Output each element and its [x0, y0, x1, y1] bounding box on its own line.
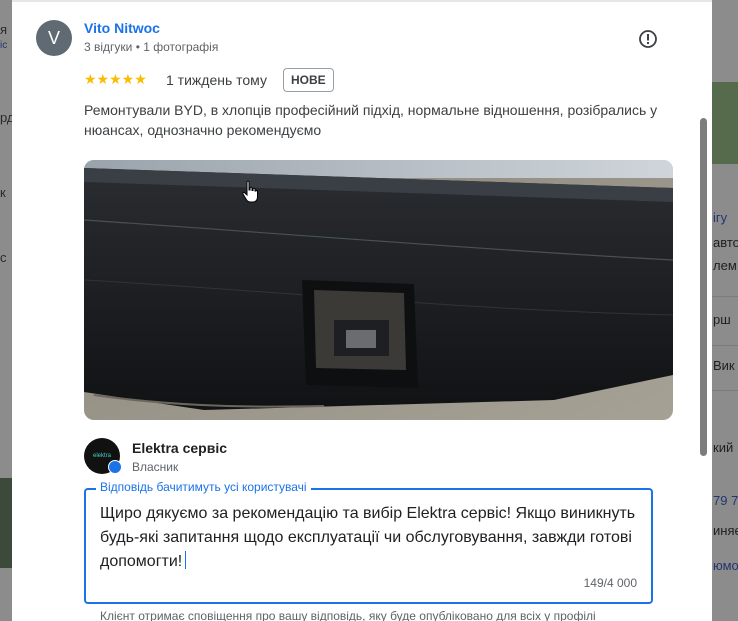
reviewer-meta: 3 відгуки • 1 фотографія [84, 40, 219, 54]
bg-fragment: иняє [713, 523, 738, 538]
bg-image [712, 82, 738, 164]
bg-fragment: юмо [713, 558, 738, 573]
review-time: 1 тиждень тому [166, 72, 267, 88]
bg-divider [712, 390, 738, 391]
bg-fragment: рш [713, 312, 731, 327]
dialog-scrollbar[interactable] [700, 118, 707, 456]
bg-fragment: кий [713, 440, 734, 455]
review-photo[interactable] [84, 160, 673, 420]
bg-fragment: лем [713, 258, 737, 273]
reply-notice: Клієнт отримає сповіщення про вашу відпо… [100, 609, 596, 621]
review-text: Ремонтували BYD, в хлопців професійний п… [84, 102, 658, 138]
reply-value: Щиро дякуємо за рекомендацію та вибір El… [100, 505, 636, 570]
review-reply-dialog: V Vito Nitwoc 3 відгуки • 1 фотографія ★… [12, 0, 712, 621]
bg-image [0, 478, 12, 568]
verified-check-icon [108, 460, 122, 474]
owner-name: Elektra сервіс [132, 440, 227, 456]
background-left-panel: я ic рд к с [0, 0, 15, 621]
reviewer-name[interactable]: Vito Nitwoc [84, 20, 160, 36]
bg-fragment: Вик [713, 358, 735, 373]
dialog-top-edge [12, 0, 712, 2]
star-rating: ★★★★★ [84, 71, 147, 87]
bg-divider [712, 345, 738, 346]
report-flag-icon[interactable] [638, 29, 658, 49]
text-caret [185, 551, 187, 569]
bg-fragment: к [0, 185, 6, 200]
bg-divider [712, 296, 738, 297]
reply-field-label: Відповідь бачитимуть усі користувачі [96, 480, 311, 494]
new-badge: НОВЕ [283, 68, 334, 92]
bg-fragment: ic [0, 40, 8, 51]
owner-role: Власник [132, 460, 179, 474]
bg-fragment: я [0, 22, 8, 37]
bg-fragment: 79 79 [713, 493, 738, 508]
bg-fragment: ігу [713, 210, 728, 225]
bg-fragment: с [0, 250, 7, 265]
bg-fragment: авто [713, 235, 738, 250]
background-right-panel: ігу авто лем рш Вик кий 79 79 иняє юмо [712, 0, 738, 621]
character-counter: 149/4 000 [583, 576, 637, 590]
car-bumper-photo [84, 160, 673, 420]
reviewer-avatar[interactable]: V [36, 20, 72, 56]
hand-cursor-icon [242, 180, 258, 203]
reply-text[interactable]: Щиро дякуємо за рекомендацію та вибір El… [100, 502, 645, 574]
